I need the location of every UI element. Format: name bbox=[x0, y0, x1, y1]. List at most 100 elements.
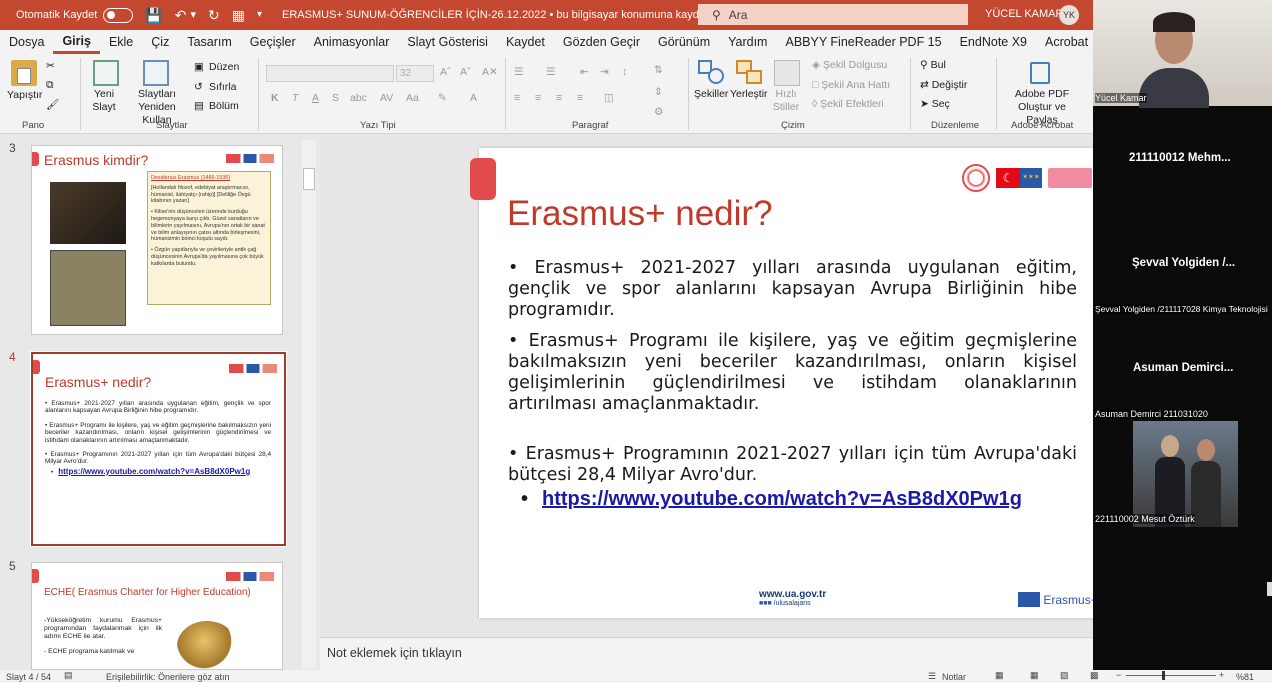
decrease-indent-icon[interactable]: ⇤ bbox=[580, 66, 589, 78]
search-box[interactable]: ⚲ Ara bbox=[698, 4, 968, 25]
grow-font-icon[interactable]: Aˆ bbox=[440, 66, 451, 78]
zoom-out-icon[interactable]: − bbox=[1116, 670, 1121, 680]
slide-title[interactable]: Erasmus+ nedir? bbox=[507, 194, 773, 234]
format-painter-icon[interactable]: 🖌 bbox=[46, 98, 59, 111]
shrink-font-icon[interactable]: Aˇ bbox=[460, 66, 471, 78]
layout-icon[interactable]: ▣ bbox=[194, 61, 204, 73]
tab-dosya[interactable]: Dosya bbox=[0, 30, 53, 54]
highlight-icon[interactable]: ✎ bbox=[438, 92, 447, 104]
slide-thumbnail-3[interactable]: Erasmus kimdir? Desiderius Erasmus (1466… bbox=[31, 145, 283, 335]
slide-sorter-icon[interactable]: ▦ bbox=[1030, 670, 1039, 681]
tab-gorunum[interactable]: Görünüm bbox=[649, 30, 719, 54]
tab-abbyy[interactable]: ABBYY FineReader PDF 15 bbox=[776, 30, 950, 54]
align-center-icon[interactable]: ≡ bbox=[535, 92, 541, 104]
video-scroll-indicator[interactable] bbox=[1267, 582, 1272, 596]
tab-acrobat[interactable]: Acrobat bbox=[1036, 30, 1097, 54]
text-direction-icon[interactable]: ⇅ bbox=[654, 64, 663, 76]
underline-button[interactable]: A bbox=[312, 92, 319, 104]
normal-view-icon[interactable]: ▦ bbox=[995, 670, 1004, 681]
bullet-2[interactable]: • Erasmus+ Programı ile kişilere, yaş ve… bbox=[508, 331, 1077, 415]
shape-outline-button[interactable]: □ Şekil Ana Hattı bbox=[812, 79, 890, 91]
autosave-toggle[interactable] bbox=[103, 7, 134, 23]
bullets-icon[interactable]: ☰ bbox=[514, 66, 523, 78]
tab-ekle[interactable]: Ekle bbox=[100, 30, 142, 54]
align-text-icon[interactable]: ⇕ bbox=[654, 86, 663, 98]
zoom-slider[interactable] bbox=[1126, 671, 1216, 680]
user-name[interactable]: YÜCEL KAMAR bbox=[985, 8, 1063, 20]
paste-icon[interactable] bbox=[11, 60, 37, 86]
bold-button[interactable]: K bbox=[271, 92, 279, 104]
replace-button[interactable]: ⇄ Değiştir bbox=[920, 79, 967, 91]
shape-effects-button[interactable]: ◊ Şekil Efektleri bbox=[812, 98, 884, 110]
font-color-icon[interactable]: A bbox=[470, 92, 477, 104]
clear-format-icon[interactable]: A✕ bbox=[482, 66, 498, 78]
zoom-in-icon[interactable]: + bbox=[1219, 670, 1224, 680]
select-button[interactable]: ➤ Seç bbox=[920, 98, 950, 110]
thumbnail-scrollbar[interactable] bbox=[302, 140, 316, 668]
notes-icon[interactable]: ☰ bbox=[928, 671, 936, 682]
tab-kaydet[interactable]: Kaydet bbox=[497, 30, 554, 54]
increase-indent-icon[interactable]: ⇥ bbox=[600, 66, 609, 78]
quick-styles-button[interactable]: Hızlı Stiller bbox=[766, 88, 806, 114]
new-slide-icon[interactable] bbox=[93, 60, 119, 86]
numbering-icon[interactable]: ☰ bbox=[546, 66, 555, 78]
align-right-icon[interactable]: ≡ bbox=[556, 92, 562, 104]
section-icon[interactable]: ▤ bbox=[194, 100, 204, 112]
quick-styles-icon[interactable] bbox=[774, 60, 800, 86]
shape-fill-button[interactable]: ◈ Şekil Dolgusu bbox=[812, 59, 887, 71]
document-title[interactable]: ERASMUS+ SUNUM-ÖĞRENCİLER İÇİN-26.12.202… bbox=[282, 9, 725, 21]
tab-ciz[interactable]: Çiz bbox=[142, 30, 178, 54]
shapes-icon[interactable] bbox=[698, 60, 724, 86]
arrange-button[interactable]: Yerleştir bbox=[730, 88, 768, 100]
repeat-icon[interactable]: ↻ bbox=[208, 8, 220, 22]
customize-qat-icon[interactable]: ▾ bbox=[257, 10, 262, 20]
char-spacing-icon[interactable]: AV bbox=[380, 92, 393, 104]
participant-2-name[interactable]: Şevval Yolgiden /... bbox=[1132, 257, 1235, 269]
change-case-icon[interactable]: Aa bbox=[406, 92, 419, 104]
paste-button[interactable]: Yapıştır bbox=[7, 89, 42, 101]
save-icon[interactable]: 💾 bbox=[145, 8, 162, 22]
tab-tasarim[interactable]: Tasarım bbox=[178, 30, 240, 54]
notes-pane[interactable]: Not eklemek için tıklayın bbox=[320, 637, 1093, 670]
font-name-field[interactable] bbox=[266, 65, 394, 82]
spell-icon[interactable]: ▤ bbox=[64, 670, 73, 681]
slide-thumbnail-5[interactable]: ECHE( Erasmus Charter for Higher Educati… bbox=[31, 562, 283, 670]
slideshow-icon[interactable]: ▩ bbox=[1090, 670, 1099, 681]
reset-icon[interactable]: ↺ bbox=[194, 81, 203, 93]
tab-yardim[interactable]: Yardım bbox=[719, 30, 776, 54]
new-slide-button[interactable]: Yeni Slayt bbox=[89, 88, 119, 114]
reading-view-icon[interactable]: ▧ bbox=[1060, 670, 1069, 681]
notes-placeholder[interactable]: Not eklemek için tıklayın bbox=[327, 646, 462, 660]
layout-button[interactable]: Düzen bbox=[209, 61, 239, 73]
youtube-link[interactable]: https://www.youtube.com/watch?v=AsB8dX0P… bbox=[542, 488, 1022, 510]
current-slide[interactable]: Erasmus+ nedir? ☾ ✶✶✶ • Erasmus+ 2021-20… bbox=[479, 148, 1106, 618]
present-icon[interactable]: ▦ bbox=[232, 8, 245, 22]
arrange-icon[interactable] bbox=[736, 60, 762, 86]
participant-3-name[interactable]: Asuman Demirci... bbox=[1133, 362, 1233, 374]
strikethrough-icon[interactable]: abc bbox=[350, 92, 367, 104]
justify-icon[interactable]: ≡ bbox=[577, 92, 583, 104]
redo-icon[interactable]: ▾ bbox=[191, 9, 197, 21]
section-button[interactable]: Bölüm bbox=[209, 100, 239, 112]
undo-icon[interactable]: ↶ bbox=[175, 8, 187, 22]
tab-giris[interactable]: Giriş bbox=[53, 30, 100, 54]
columns-icon[interactable]: ◫ bbox=[604, 92, 614, 104]
smartart-icon[interactable]: ⚙ bbox=[654, 106, 663, 118]
shadow-button[interactable]: S bbox=[332, 92, 339, 104]
bullet-1[interactable]: • Erasmus+ 2021-2027 yılları arasında uy… bbox=[508, 258, 1077, 321]
reset-button[interactable]: Sıfırla bbox=[209, 81, 236, 93]
tab-slayt-gosterisi[interactable]: Slayt Gösterisi bbox=[398, 30, 497, 54]
bullet-3[interactable]: • Erasmus+ Programının 2021-2027 yılları… bbox=[508, 444, 1077, 486]
find-button[interactable]: ⚲ Bul bbox=[920, 59, 946, 71]
shapes-button[interactable]: Şekiller bbox=[694, 88, 728, 100]
align-left-icon[interactable]: ≡ bbox=[514, 92, 520, 104]
slide-thumbnail-4[interactable]: Erasmus+ nedir? • Erasmus+ 2021-2027 yıl… bbox=[30, 351, 287, 547]
tab-gecisler[interactable]: Geçişler bbox=[241, 30, 305, 54]
font-size-field[interactable]: 32 bbox=[396, 65, 434, 82]
cut-icon[interactable]: ✂ bbox=[46, 60, 55, 72]
italic-button[interactable]: T bbox=[292, 92, 298, 104]
tab-gozden-gecir[interactable]: Gözden Geçir bbox=[554, 30, 649, 54]
adobe-pdf-icon[interactable] bbox=[1030, 62, 1050, 84]
line-spacing-icon[interactable]: ↕ bbox=[622, 66, 627, 78]
tab-animasyonlar[interactable]: Animasyonlar bbox=[305, 30, 399, 54]
